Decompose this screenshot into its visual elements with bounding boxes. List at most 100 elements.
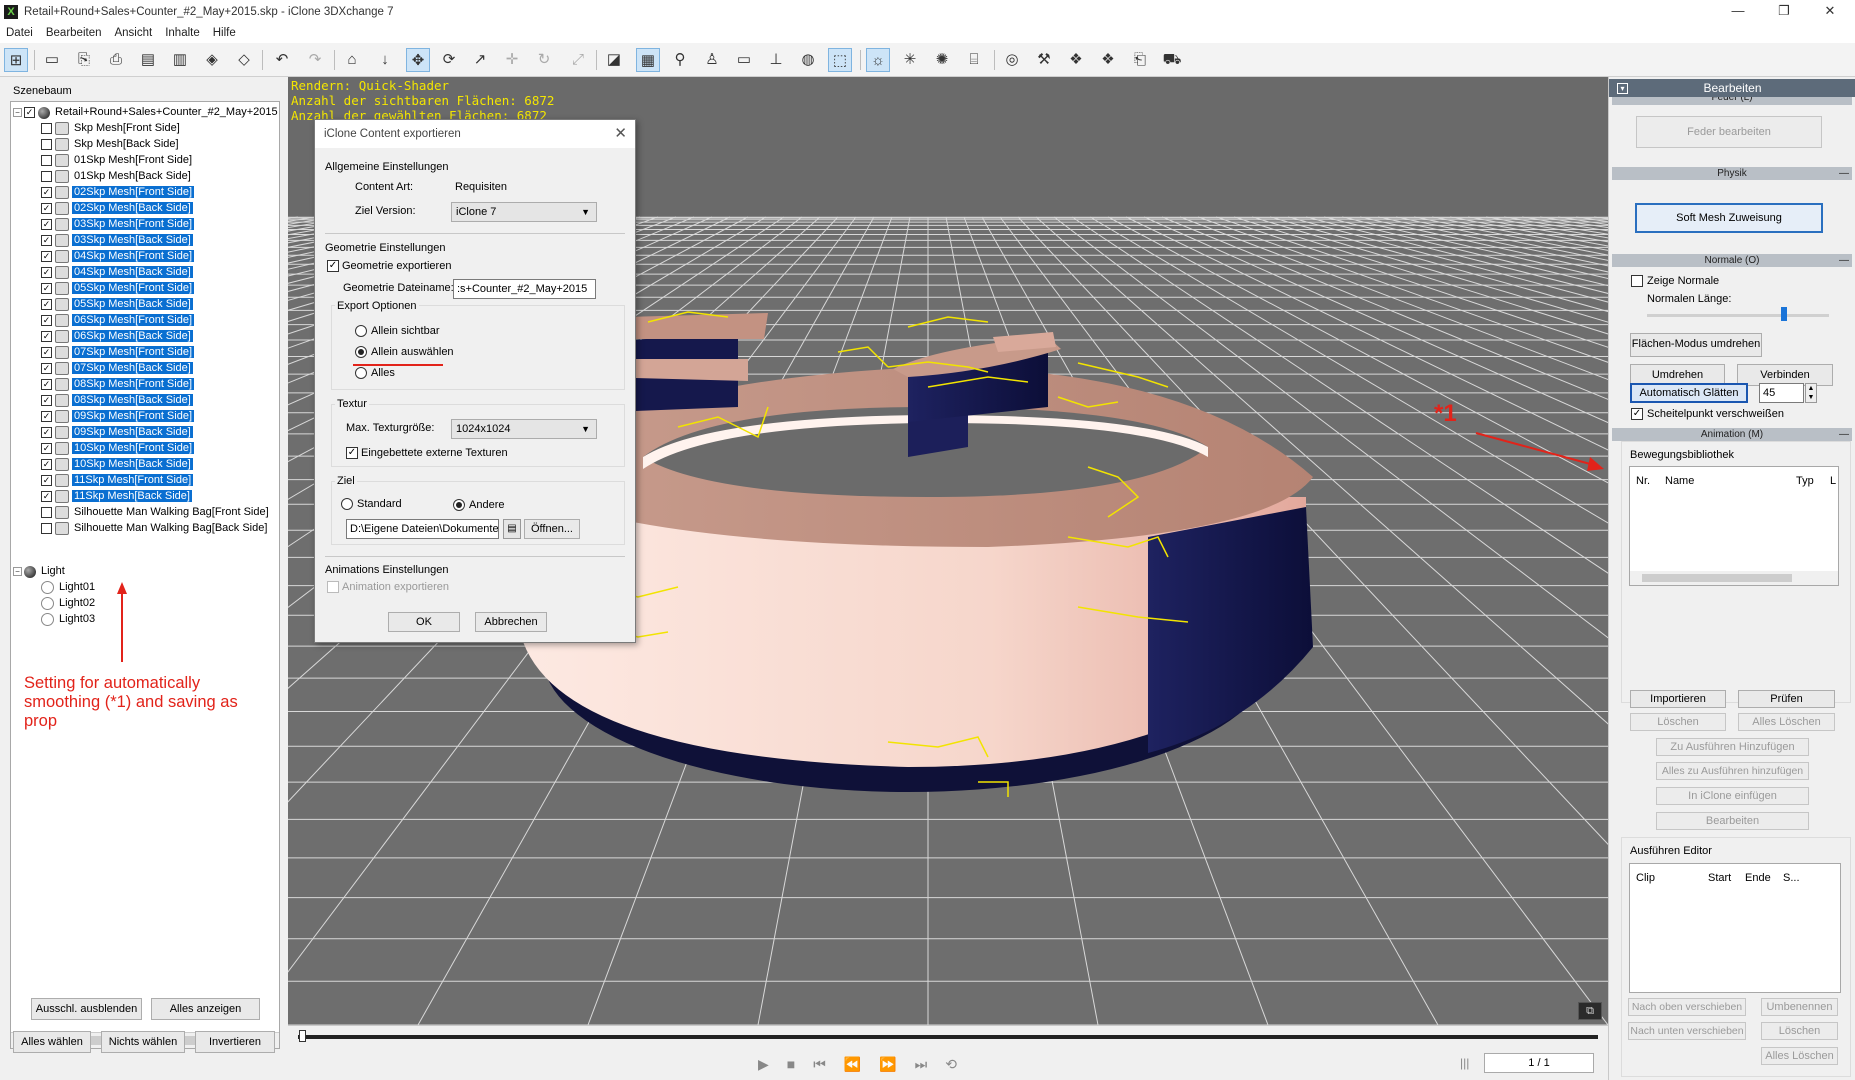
col-header[interactable]: Clip bbox=[1636, 872, 1655, 884]
section-feder[interactable]: Feder (L) bbox=[1612, 97, 1852, 105]
tree-mesh-row[interactable]: ✓ 02Skp Mesh[Back Side] bbox=[41, 201, 193, 217]
drop-to-ground-icon[interactable]: ↓ bbox=[373, 48, 397, 72]
timeline-track[interactable] bbox=[298, 1035, 1598, 1039]
col-header[interactable]: L bbox=[1830, 475, 1836, 487]
check-button[interactable]: Prüfen bbox=[1738, 690, 1835, 708]
export-icon[interactable]: ⎙ bbox=[104, 48, 128, 72]
flip-face-mode-button[interactable]: Flächen-Modus umdrehen bbox=[1630, 333, 1762, 357]
web-icon[interactable]: ◎ bbox=[1000, 48, 1024, 72]
weld-vertices-checkbox[interactable]: ✓ bbox=[1631, 408, 1643, 420]
tree-mesh-row[interactable]: 01Skp Mesh[Back Side] bbox=[41, 169, 193, 185]
visible-only-radio[interactable] bbox=[355, 325, 367, 337]
tree-mesh-row[interactable]: ✓ 07Skp Mesh[Back Side] bbox=[41, 361, 193, 377]
maximize-button[interactable]: ❐ bbox=[1761, 0, 1807, 23]
cancel-button[interactable]: Abbrechen bbox=[475, 612, 547, 632]
minimize-button[interactable]: — bbox=[1715, 0, 1761, 23]
show-all-button[interactable]: Alles anzeigen bbox=[151, 998, 260, 1020]
scale-icon[interactable]: ↗ bbox=[468, 48, 492, 72]
tree-mesh-row[interactable]: ✓ 07Skp Mesh[Front Side] bbox=[41, 345, 195, 361]
edit-motion-button[interactable]: Bearbeiten bbox=[1656, 812, 1809, 830]
checkbox-checked[interactable]: ✓ bbox=[41, 251, 52, 262]
insert-iclone-button[interactable]: In iClone einfügen bbox=[1656, 787, 1809, 805]
checkbox-checked[interactable]: ✓ bbox=[41, 203, 52, 214]
delete-button[interactable]: Löschen bbox=[1630, 713, 1726, 731]
col-header[interactable]: Ende bbox=[1745, 872, 1771, 884]
geometry-filename-input[interactable]: :s+Counter_#2_May+2015 bbox=[453, 279, 596, 299]
checkbox-checked[interactable]: ✓ bbox=[41, 219, 52, 230]
checkbox-checked[interactable]: ✓ bbox=[41, 283, 52, 294]
save-icon[interactable]: ▤ bbox=[136, 48, 160, 72]
checkbox-checked[interactable]: ✓ bbox=[41, 267, 52, 278]
import-icon[interactable]: ⎘ bbox=[72, 48, 96, 72]
tree-mesh-row[interactable]: ✓ 05Skp Mesh[Back Side] bbox=[41, 297, 193, 313]
tree-mesh-row[interactable]: ✓ 04Skp Mesh[Back Side] bbox=[41, 265, 193, 281]
section-animation[interactable]: Animation (M) — bbox=[1612, 428, 1852, 441]
checkbox-checked[interactable]: ✓ bbox=[41, 379, 52, 390]
tree-mesh-row[interactable]: ✓ 10Skp Mesh[Front Side] bbox=[41, 441, 195, 457]
menu-bearbeiten[interactable]: Bearbeiten bbox=[46, 27, 102, 39]
checkbox-checked[interactable]: ✓ bbox=[41, 395, 52, 406]
checkbox-checked[interactable]: ✓ bbox=[41, 363, 52, 374]
tree-mesh-row[interactable]: ✓ 05Skp Mesh[Front Side] bbox=[41, 281, 195, 297]
smooth-angle-input[interactable]: 45 bbox=[1759, 383, 1804, 403]
scene-tree[interactable]: − ✓ Retail+Round+Sales+Counter_#2_May+2015… bbox=[10, 101, 280, 1049]
all-radio[interactable] bbox=[355, 367, 367, 379]
tree-mesh-row[interactable]: Silhouette Man Walking Bag[Front Side] bbox=[41, 505, 271, 521]
section-physik[interactable]: Physik — bbox=[1612, 167, 1852, 180]
checkbox-checked[interactable]: ✓ bbox=[41, 315, 52, 326]
box-icon[interactable]: ▭ bbox=[732, 48, 756, 72]
rotate-icon[interactable]: ⟳ bbox=[437, 48, 461, 72]
checkbox-checked[interactable]: ✓ bbox=[41, 475, 52, 486]
tree-light-item[interactable]: Light02 bbox=[41, 596, 97, 612]
tree-mesh-row[interactable]: ✓ 09Skp Mesh[Back Side] bbox=[41, 425, 193, 441]
tree-mesh-row[interactable]: ✓ 03Skp Mesh[Front Side] bbox=[41, 217, 195, 233]
target-path-input[interactable]: D:\Eigene Dateien\Dokumente bbox=[346, 519, 499, 539]
checkbox-unchecked[interactable] bbox=[41, 139, 52, 150]
close-window-button[interactable]: ✕ bbox=[1807, 0, 1853, 23]
export-animation-checkbox[interactable] bbox=[327, 581, 339, 593]
col-header[interactable]: Nr. bbox=[1636, 475, 1650, 487]
checkbox-checked[interactable]: ✓ bbox=[41, 299, 52, 310]
checkbox-checked[interactable]: ✓ bbox=[41, 347, 52, 358]
target-version-select[interactable]: iClone 7 ▼ bbox=[451, 202, 597, 222]
home-icon[interactable]: ⌂ bbox=[340, 48, 364, 72]
bone-icon[interactable]: ⚲ bbox=[668, 48, 692, 72]
character-icon[interactable]: ♙ bbox=[700, 48, 724, 72]
tools-icon[interactable]: ⚒ bbox=[1032, 48, 1056, 72]
grid-icon[interactable]: ▦ bbox=[636, 48, 660, 72]
delete-all-button[interactable]: Alles Löschen bbox=[1738, 713, 1835, 731]
delete-clip-button[interactable]: Löschen bbox=[1761, 1022, 1838, 1040]
checkbox-checked[interactable]: ✓ bbox=[41, 491, 52, 502]
hide-selected-button[interactable]: Ausschl. ausblenden bbox=[31, 998, 142, 1020]
undo-icon[interactable]: ↶ bbox=[270, 48, 294, 72]
tree-mesh-row[interactable]: ✓ 09Skp Mesh[Front Side] bbox=[41, 409, 195, 425]
wireframe-icon[interactable]: ◪ bbox=[602, 48, 626, 72]
edit-spring-button[interactable]: Feder bearbeiten bbox=[1636, 116, 1822, 148]
target-standard-radio[interactable] bbox=[341, 498, 353, 510]
add-all-to-perform-button[interactable]: Alles zu Ausführen hinzufügen bbox=[1656, 762, 1809, 780]
checkbox-checked[interactable]: ✓ bbox=[41, 331, 52, 342]
timeline-handle[interactable] bbox=[299, 1030, 306, 1042]
checkbox-checked[interactable]: ✓ bbox=[41, 235, 52, 246]
frame-select-icon[interactable]: ⬚ bbox=[828, 48, 852, 72]
move-down-button[interactable]: Nach unten verschieben bbox=[1628, 1022, 1746, 1040]
fit-icon[interactable]: ⤢ bbox=[566, 48, 590, 72]
save-as-icon[interactable]: ▥ bbox=[168, 48, 192, 72]
open-file-icon[interactable]: ▭ bbox=[40, 48, 64, 72]
timeline-menu-icon[interactable]: ||| bbox=[1460, 1056, 1469, 1070]
viewport-layout-icon[interactable]: ⧉ bbox=[1578, 1002, 1602, 1020]
menu-inhalte[interactable]: Inhalte bbox=[165, 27, 200, 39]
reset-icon[interactable]: ↻ bbox=[532, 48, 556, 72]
checkbox-checked[interactable]: ✓ bbox=[41, 459, 52, 470]
perform-list[interactable]: Clip Start Ende S... bbox=[1629, 863, 1841, 993]
collapse-icon[interactable]: − bbox=[13, 108, 22, 117]
import-button[interactable]: Importieren bbox=[1630, 690, 1726, 708]
checkbox-unchecked[interactable] bbox=[41, 171, 52, 182]
col-header[interactable]: S... bbox=[1783, 872, 1800, 884]
menu-ansicht[interactable]: Ansicht bbox=[114, 27, 152, 39]
add-to-perform-button[interactable]: Zu Ausführen Hinzufügen bbox=[1656, 738, 1809, 756]
export-avatar-icon[interactable]: ◇ bbox=[232, 48, 256, 72]
checkbox-checked[interactable]: ✓ bbox=[41, 411, 52, 422]
tree-mesh-row[interactable]: Skp Mesh[Back Side] bbox=[41, 137, 181, 153]
ok-button[interactable]: OK bbox=[388, 612, 460, 632]
